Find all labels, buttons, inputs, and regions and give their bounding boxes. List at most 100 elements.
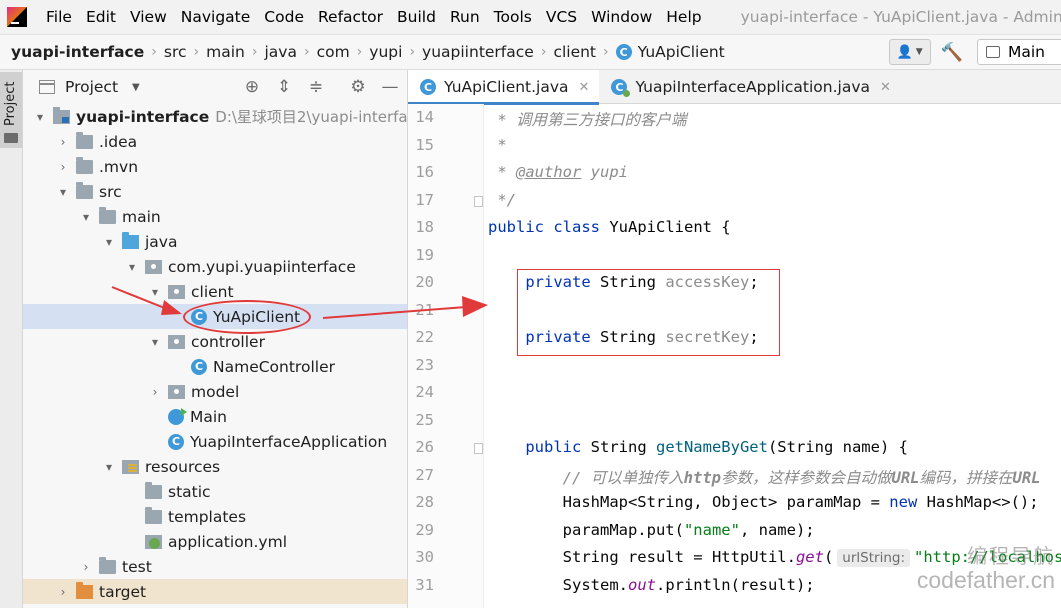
line-number: 22 xyxy=(415,328,434,346)
chevron-down-icon[interactable]: ▼ xyxy=(132,82,140,93)
collapse-all-icon[interactable]: ≑ xyxy=(305,76,327,98)
menu-build[interactable]: Build xyxy=(390,8,443,26)
chevron-down-icon[interactable]: ▾ xyxy=(102,460,116,474)
tree-item-label: .idea xyxy=(99,132,138,151)
breadcrumb-item[interactable]: yuapiinterface xyxy=(422,43,534,61)
breadcrumb-item[interactable]: client xyxy=(553,43,596,61)
tree-item[interactable]: ▾ client xyxy=(23,279,407,304)
class-icon: C xyxy=(615,44,632,60)
project-tool-window-button[interactable]: Project xyxy=(0,72,22,148)
chevron-right-icon[interactable]: › xyxy=(79,560,93,574)
line-number: 14 xyxy=(415,108,434,126)
folder-icon xyxy=(4,133,18,143)
expand-all-icon[interactable]: ⇕ xyxy=(273,76,295,98)
chevron-down-icon[interactable]: ▾ xyxy=(79,210,93,224)
chevron-right-icon[interactable]: › xyxy=(56,160,70,174)
watermark-cn: 编程导航 xyxy=(967,546,1055,568)
run-configuration-select[interactable]: Main xyxy=(977,39,1061,65)
project-panel-title[interactable]: Project xyxy=(65,78,118,96)
tree-item[interactable]: ▾ controller xyxy=(23,329,407,354)
tree-item-label: src xyxy=(99,182,122,201)
tree-item[interactable]: ▾ com.yupi.yuapiinterface xyxy=(23,254,407,279)
breadcrumb-item[interactable]: src xyxy=(164,43,187,61)
tree-item[interactable]: C NameController xyxy=(23,354,407,379)
tree-item-label: yuapi-interface xyxy=(76,107,210,126)
chevron-down-icon[interactable]: ▾ xyxy=(148,285,162,299)
chevron-right-icon[interactable]: › xyxy=(148,385,162,399)
code-token: , name); xyxy=(739,520,815,539)
left-tool-stripe: Project xyxy=(0,70,23,608)
tree-item-label: YuapiInterfaceApplication xyxy=(190,432,388,451)
tree-item[interactable]: ▾ resources xyxy=(23,454,407,479)
menu-tools[interactable]: Tools xyxy=(487,8,539,26)
code-area[interactable]: * 调用第三方接口的客户端 * * @author yupi */ public … xyxy=(488,104,1061,608)
tree-item-path: D:\星球项目2\yuapi-interface xyxy=(215,108,408,126)
breadcrumb-item[interactable]: com xyxy=(317,43,350,61)
locate-file-icon[interactable]: ⊕ xyxy=(241,76,263,98)
tree-item[interactable]: › test xyxy=(23,554,407,579)
menu-code[interactable]: Code xyxy=(257,8,311,26)
line-number: 30 xyxy=(415,548,434,566)
close-icon[interactable]: ✕ xyxy=(880,80,891,95)
menu-file[interactable]: File xyxy=(39,8,79,26)
tree-item[interactable]: › .mvn xyxy=(23,154,407,179)
breadcrumb-item[interactable]: yuapi-interface xyxy=(11,43,144,61)
editor-tab[interactable]: C YuApiClient.java ✕ xyxy=(408,70,600,105)
tree-item-label: controller xyxy=(191,332,265,351)
code-token: get xyxy=(795,548,824,566)
menu-edit[interactable]: Edit xyxy=(79,8,123,26)
window-title: yuapi-interface - YuApiClient.java - Adm… xyxy=(740,8,1061,26)
chevron-down-icon[interactable]: ▾ xyxy=(148,335,162,349)
tree-item[interactable]: ▾ main xyxy=(23,204,407,229)
chevron-right-icon[interactable]: › xyxy=(56,135,70,149)
fold-marker-icon[interactable] xyxy=(474,443,483,454)
tree-item[interactable]: ▾ yuapi-interface D:\星球项目2\yuapi-interface xyxy=(23,104,408,129)
tree-item[interactable]: ▾ java xyxy=(23,229,407,254)
menu-view[interactable]: View xyxy=(123,8,174,26)
breadcrumb-label: yuapi-interface xyxy=(11,43,145,61)
chevron-right-icon[interactable]: › xyxy=(56,585,70,599)
menu-items: File Edit View Navigate Code Refactor Build Run… xyxy=(39,8,709,26)
menu-help[interactable]: Help xyxy=(659,8,708,26)
tree-item[interactable]: templates xyxy=(23,504,407,529)
fold-marker-icon[interactable] xyxy=(474,195,483,207)
close-icon[interactable]: ✕ xyxy=(579,80,590,95)
menu-refactor[interactable]: Refactor xyxy=(311,8,390,26)
line-number: 21 xyxy=(415,300,434,319)
menu-window[interactable]: Window xyxy=(584,8,659,26)
breadcrumb-label: java xyxy=(264,43,297,61)
breadcrumb-item[interactable]: main xyxy=(206,43,245,61)
build-hammer-icon[interactable]: 🔨 xyxy=(941,42,963,63)
chevron-down-icon[interactable]: ▾ xyxy=(102,235,116,249)
tree-item[interactable]: C YuapiInterfaceApplication xyxy=(23,429,407,454)
tree-item[interactable]: static xyxy=(23,479,407,504)
editor-tab[interactable]: C YuapiInterfaceApplication.java ✕ xyxy=(599,70,900,104)
breadcrumb-item[interactable]: java xyxy=(264,43,296,61)
gear-icon[interactable]: ⚙ xyxy=(347,76,369,98)
breadcrumb-label: yupi xyxy=(369,43,403,61)
tree-item-label: test xyxy=(122,557,152,576)
line-number: 15 xyxy=(415,135,434,154)
chevron-down-icon[interactable]: ▾ xyxy=(33,110,47,124)
vcs-user-button[interactable]: 👤 ▼ xyxy=(888,39,931,65)
breadcrumb-separator-icon: › xyxy=(356,44,363,60)
tree-item-label: Main xyxy=(190,407,228,426)
tree-item[interactable]: Main xyxy=(23,404,407,429)
tree-item[interactable]: application.yml xyxy=(23,529,407,554)
tree-item[interactable]: › model xyxy=(23,379,407,404)
tree-item[interactable]: ▾ src xyxy=(23,179,407,204)
breadcrumb-item[interactable]: C YuApiClient xyxy=(615,43,725,61)
chevron-down-icon[interactable]: ▾ xyxy=(125,260,139,274)
menu-navigate[interactable]: Navigate xyxy=(174,8,258,26)
tree-item-label: static xyxy=(168,482,211,501)
tree-item[interactable]: › .idea xyxy=(23,129,407,154)
tree-item[interactable]: › target xyxy=(23,579,407,604)
menu-run[interactable]: Run xyxy=(443,8,487,26)
tree-item-label: resources xyxy=(145,457,221,476)
hide-panel-icon[interactable]: — xyxy=(379,76,401,98)
chevron-down-icon[interactable]: ▾ xyxy=(56,185,70,199)
breadcrumb-item[interactable]: yupi xyxy=(369,43,402,61)
menu-vcs[interactable]: VCS xyxy=(539,8,584,26)
menu-bar: File Edit View Navigate Code Refactor Build Run… xyxy=(0,0,1061,34)
watermark: 编程导航 codefather.cn xyxy=(905,540,1055,594)
